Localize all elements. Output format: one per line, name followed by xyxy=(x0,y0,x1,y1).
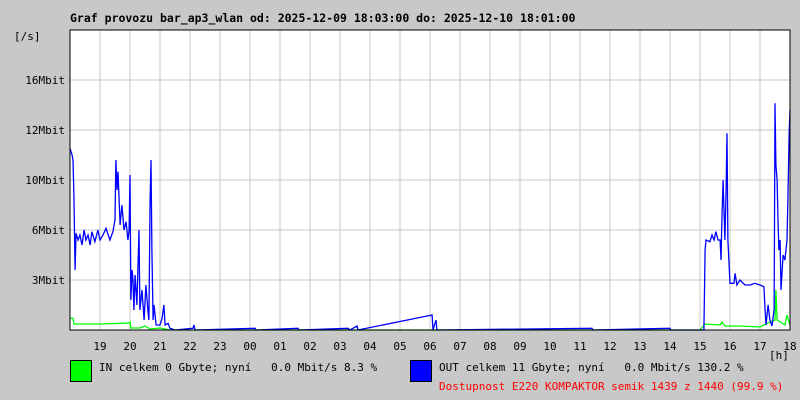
x-tick-label: 20 xyxy=(123,340,136,353)
x-tick-label: 05 xyxy=(393,340,406,353)
x-tick-label: 08 xyxy=(483,340,496,353)
x-tick-label: 23 xyxy=(213,340,226,353)
x-tick-label: 11 xyxy=(573,340,586,353)
x-tick-label: 04 xyxy=(363,340,377,353)
legend-in-label: IN celkem 0 Gbyte; nyní 0.0 Mbit/s 8.3 % xyxy=(99,361,378,374)
x-tick-label: 06 xyxy=(423,340,436,353)
y-tick-label: 3Mbit xyxy=(32,274,65,287)
x-tick-label: 22 xyxy=(183,340,196,353)
y-tick-label: 6Mbit xyxy=(32,224,65,237)
x-tick-label: 15 xyxy=(693,340,706,353)
x-tick-label: 21 xyxy=(153,340,166,353)
x-tick-label: 07 xyxy=(453,340,466,353)
x-tick-label: 02 xyxy=(303,340,316,353)
x-tick-label: 01 xyxy=(273,340,286,353)
traffic-chart: 19 20 21 22 23 00 01 02 03 04 05 06 07 08 09 10 11 12 13 14… xyxy=(25,29,797,353)
x-tick-label: 13 xyxy=(633,340,646,353)
x-tick-label: 10 xyxy=(543,340,556,353)
x-tick-label: 12 xyxy=(603,340,616,353)
x-tick-label: 00 xyxy=(243,340,256,353)
x-tick-label: 17 xyxy=(753,340,766,353)
x-tick-label: 14 xyxy=(663,340,677,353)
availability-text: Dostupnost E220 KOMPAKTOR semik 1439 z 1… xyxy=(439,380,784,393)
legend-out-swatch xyxy=(410,360,432,382)
legend-out-label: OUT celkem 11 Gbyte; nyní 0.0 Mbit/s 130… xyxy=(439,361,744,374)
x-tick-label: 09 xyxy=(513,340,526,353)
y-tick-label: 16Mbit xyxy=(25,74,65,87)
x-tick-label: 16 xyxy=(723,340,736,353)
x-tick-label: 19 xyxy=(93,340,106,353)
x-tick-label: 03 xyxy=(333,340,346,353)
legend-in-swatch xyxy=(70,360,92,382)
y-tick-label: 10Mbit xyxy=(25,174,65,187)
x-axis-unit: [h] xyxy=(769,349,789,362)
y-tick-label: 12Mbit xyxy=(25,124,65,137)
